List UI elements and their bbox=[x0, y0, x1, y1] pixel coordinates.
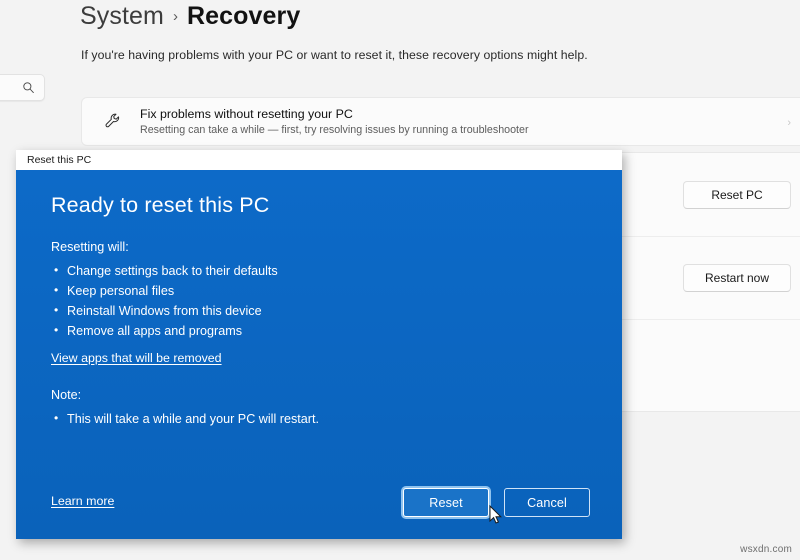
row-text: Fix problems without resetting your PC R… bbox=[126, 106, 773, 138]
reset-button[interactable]: Reset bbox=[403, 488, 489, 517]
cancel-button[interactable]: Cancel bbox=[504, 488, 590, 517]
chevron-right-icon: › bbox=[787, 116, 791, 129]
list-item: This will take a while and your PC will … bbox=[51, 408, 588, 429]
dialog-titlebar[interactable]: Reset this PC bbox=[16, 150, 622, 170]
note-label: Note: bbox=[51, 388, 82, 402]
reset-this-pc-dialog: Reset this PC Ready to reset this PC Res… bbox=[16, 150, 622, 539]
row-subtitle: Resetting can take a while — first, try … bbox=[140, 123, 529, 136]
watermark: wsxdn.com bbox=[740, 544, 792, 555]
card-fix-problems[interactable]: Fix problems without resetting your PC R… bbox=[81, 97, 800, 146]
page-title: Recovery bbox=[186, 2, 301, 30]
dialog-button-group: Reset Cancel bbox=[403, 488, 590, 517]
list-item: Reinstall Windows from this device bbox=[51, 300, 588, 321]
dialog-body: Ready to reset this PC Resetting will: C… bbox=[16, 170, 622, 539]
list-item: Keep personal files bbox=[51, 280, 588, 301]
breadcrumb-item-system[interactable]: System bbox=[80, 2, 164, 31]
row-title: Fix problems without resetting your PC bbox=[140, 106, 353, 121]
learn-more-link[interactable]: Learn more bbox=[51, 492, 114, 511]
search-icon bbox=[23, 82, 34, 93]
list-item: Remove all apps and programs bbox=[51, 320, 588, 341]
resetting-will-label: Resetting will: bbox=[51, 240, 129, 254]
row-chevron[interactable]: › bbox=[787, 113, 791, 131]
row-fix-problems[interactable]: Fix problems without resetting your PC R… bbox=[82, 98, 800, 145]
note-list: This will take a while and your PC will … bbox=[51, 408, 588, 429]
breadcrumb: System › Recovery bbox=[80, 2, 300, 31]
reset-pc-button[interactable]: Reset PC bbox=[683, 180, 791, 209]
row-action: Restart now bbox=[683, 264, 791, 292]
dialog-heading: Ready to reset this PC bbox=[51, 193, 270, 217]
restart-now-button[interactable]: Restart now bbox=[683, 264, 791, 292]
page-subtitle: If you're having problems with your PC o… bbox=[81, 48, 588, 62]
row-action: Reset PC bbox=[683, 180, 791, 209]
resetting-will-list: Change settings back to their defaults K… bbox=[51, 260, 588, 341]
list-item: Change settings back to their defaults bbox=[51, 260, 588, 281]
breadcrumb-separator-icon: › bbox=[172, 8, 178, 25]
wrench-icon bbox=[100, 112, 126, 131]
dialog-title: Reset this PC bbox=[27, 154, 92, 166]
view-apps-link[interactable]: View apps that will be removed bbox=[51, 349, 222, 368]
settings-page: System › Recovery If you're having probl… bbox=[0, 0, 800, 560]
search-input[interactable] bbox=[0, 74, 45, 101]
